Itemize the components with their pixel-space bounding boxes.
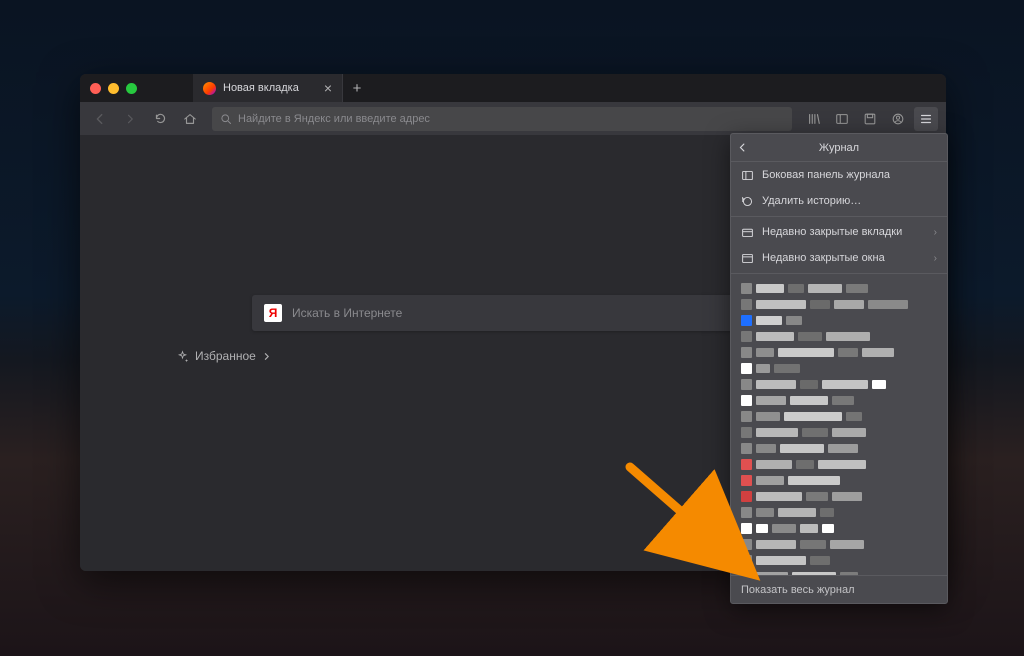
history-item[interactable] [741, 488, 937, 504]
panel-history-sidebar[interactable]: Боковая панель журнала [731, 162, 947, 188]
history-item[interactable] [741, 280, 937, 296]
yandex-icon: Я [264, 304, 282, 322]
tabstrip: Новая вкладка × + [193, 74, 371, 102]
history-list [731, 276, 947, 575]
tab-new-tab[interactable]: Новая вкладка × [193, 74, 343, 102]
sidebar-panel-icon [741, 169, 754, 182]
history-item[interactable] [741, 328, 937, 344]
history-item[interactable] [741, 536, 937, 552]
panel-back-button[interactable] [737, 142, 748, 153]
close-tab-button[interactable]: × [324, 80, 332, 96]
home-button[interactable] [178, 107, 202, 131]
chevron-right-icon: › [934, 227, 937, 238]
search-placeholder: Искать в Интернете [292, 306, 402, 320]
show-all-history[interactable]: Показать весь журнал [731, 575, 947, 603]
history-item[interactable] [741, 392, 937, 408]
close-window-button[interactable] [90, 83, 101, 94]
panel-header: Журнал [731, 134, 947, 162]
search-icon [220, 113, 232, 125]
account-icon[interactable] [886, 107, 910, 131]
reload-button[interactable] [148, 107, 172, 131]
history-clear-icon [741, 195, 754, 208]
history-item[interactable] [741, 344, 937, 360]
separator [731, 273, 947, 274]
history-item[interactable] [741, 376, 937, 392]
panel-item-label: Недавно закрытые вкладки [762, 226, 902, 238]
panel-title: Журнал [819, 142, 859, 154]
panel-recently-closed-windows[interactable]: Недавно закрытые окна › [731, 245, 947, 271]
library-icon[interactable] [802, 107, 826, 131]
toolbar-right [802, 107, 938, 131]
history-item[interactable] [741, 408, 937, 424]
history-item[interactable] [741, 424, 937, 440]
new-tab-button[interactable]: + [343, 74, 371, 102]
panel-item-label: Удалить историю… [762, 195, 861, 207]
history-item[interactable] [741, 296, 937, 312]
forward-button[interactable] [118, 107, 142, 131]
history-item[interactable] [741, 568, 937, 575]
address-bar[interactable]: Найдите в Яндекс или введите адрес [212, 107, 792, 131]
chevron-right-icon: › [934, 253, 937, 264]
history-item[interactable] [741, 504, 937, 520]
history-item[interactable] [741, 520, 937, 536]
history-item[interactable] [741, 472, 937, 488]
window-controls [90, 83, 137, 94]
chevron-right-icon [262, 352, 271, 361]
back-button[interactable] [88, 107, 112, 131]
firefox-icon [203, 82, 216, 95]
panel-item-label: Недавно закрытые окна [762, 252, 885, 264]
menu-button[interactable] [914, 107, 938, 131]
sidebar-icon[interactable] [830, 107, 854, 131]
favorites-heading[interactable]: Избранное [176, 349, 271, 363]
tabs-icon [741, 226, 754, 239]
window-icon [741, 252, 754, 265]
history-item[interactable] [741, 552, 937, 568]
titlebar: Новая вкладка × + [80, 74, 946, 102]
content-search-box[interactable]: Я Искать в Интернете [252, 295, 742, 331]
history-panel: Журнал Боковая панель журнала Удалить ис… [730, 133, 948, 604]
history-item[interactable] [741, 360, 937, 376]
panel-item-label: Боковая панель журнала [762, 169, 890, 181]
browser-window: Новая вкладка × + Найдите в Яндекс или в… [80, 74, 946, 571]
panel-recently-closed-tabs[interactable]: Недавно закрытые вкладки › [731, 219, 947, 245]
history-item[interactable] [741, 440, 937, 456]
history-item[interactable] [741, 456, 937, 472]
history-item[interactable] [741, 312, 937, 328]
toolbar: Найдите в Яндекс или введите адрес [80, 102, 946, 135]
address-bar-placeholder: Найдите в Яндекс или введите адрес [238, 113, 430, 125]
separator [731, 216, 947, 217]
panel-footer-label: Показать весь журнал [741, 584, 855, 596]
tab-title: Новая вкладка [223, 82, 299, 94]
sparkle-icon [176, 350, 189, 363]
minimize-window-button[interactable] [108, 83, 119, 94]
save-icon[interactable] [858, 107, 882, 131]
maximize-window-button[interactable] [126, 83, 137, 94]
favorites-label: Избранное [195, 349, 256, 363]
panel-clear-history[interactable]: Удалить историю… [731, 188, 947, 214]
